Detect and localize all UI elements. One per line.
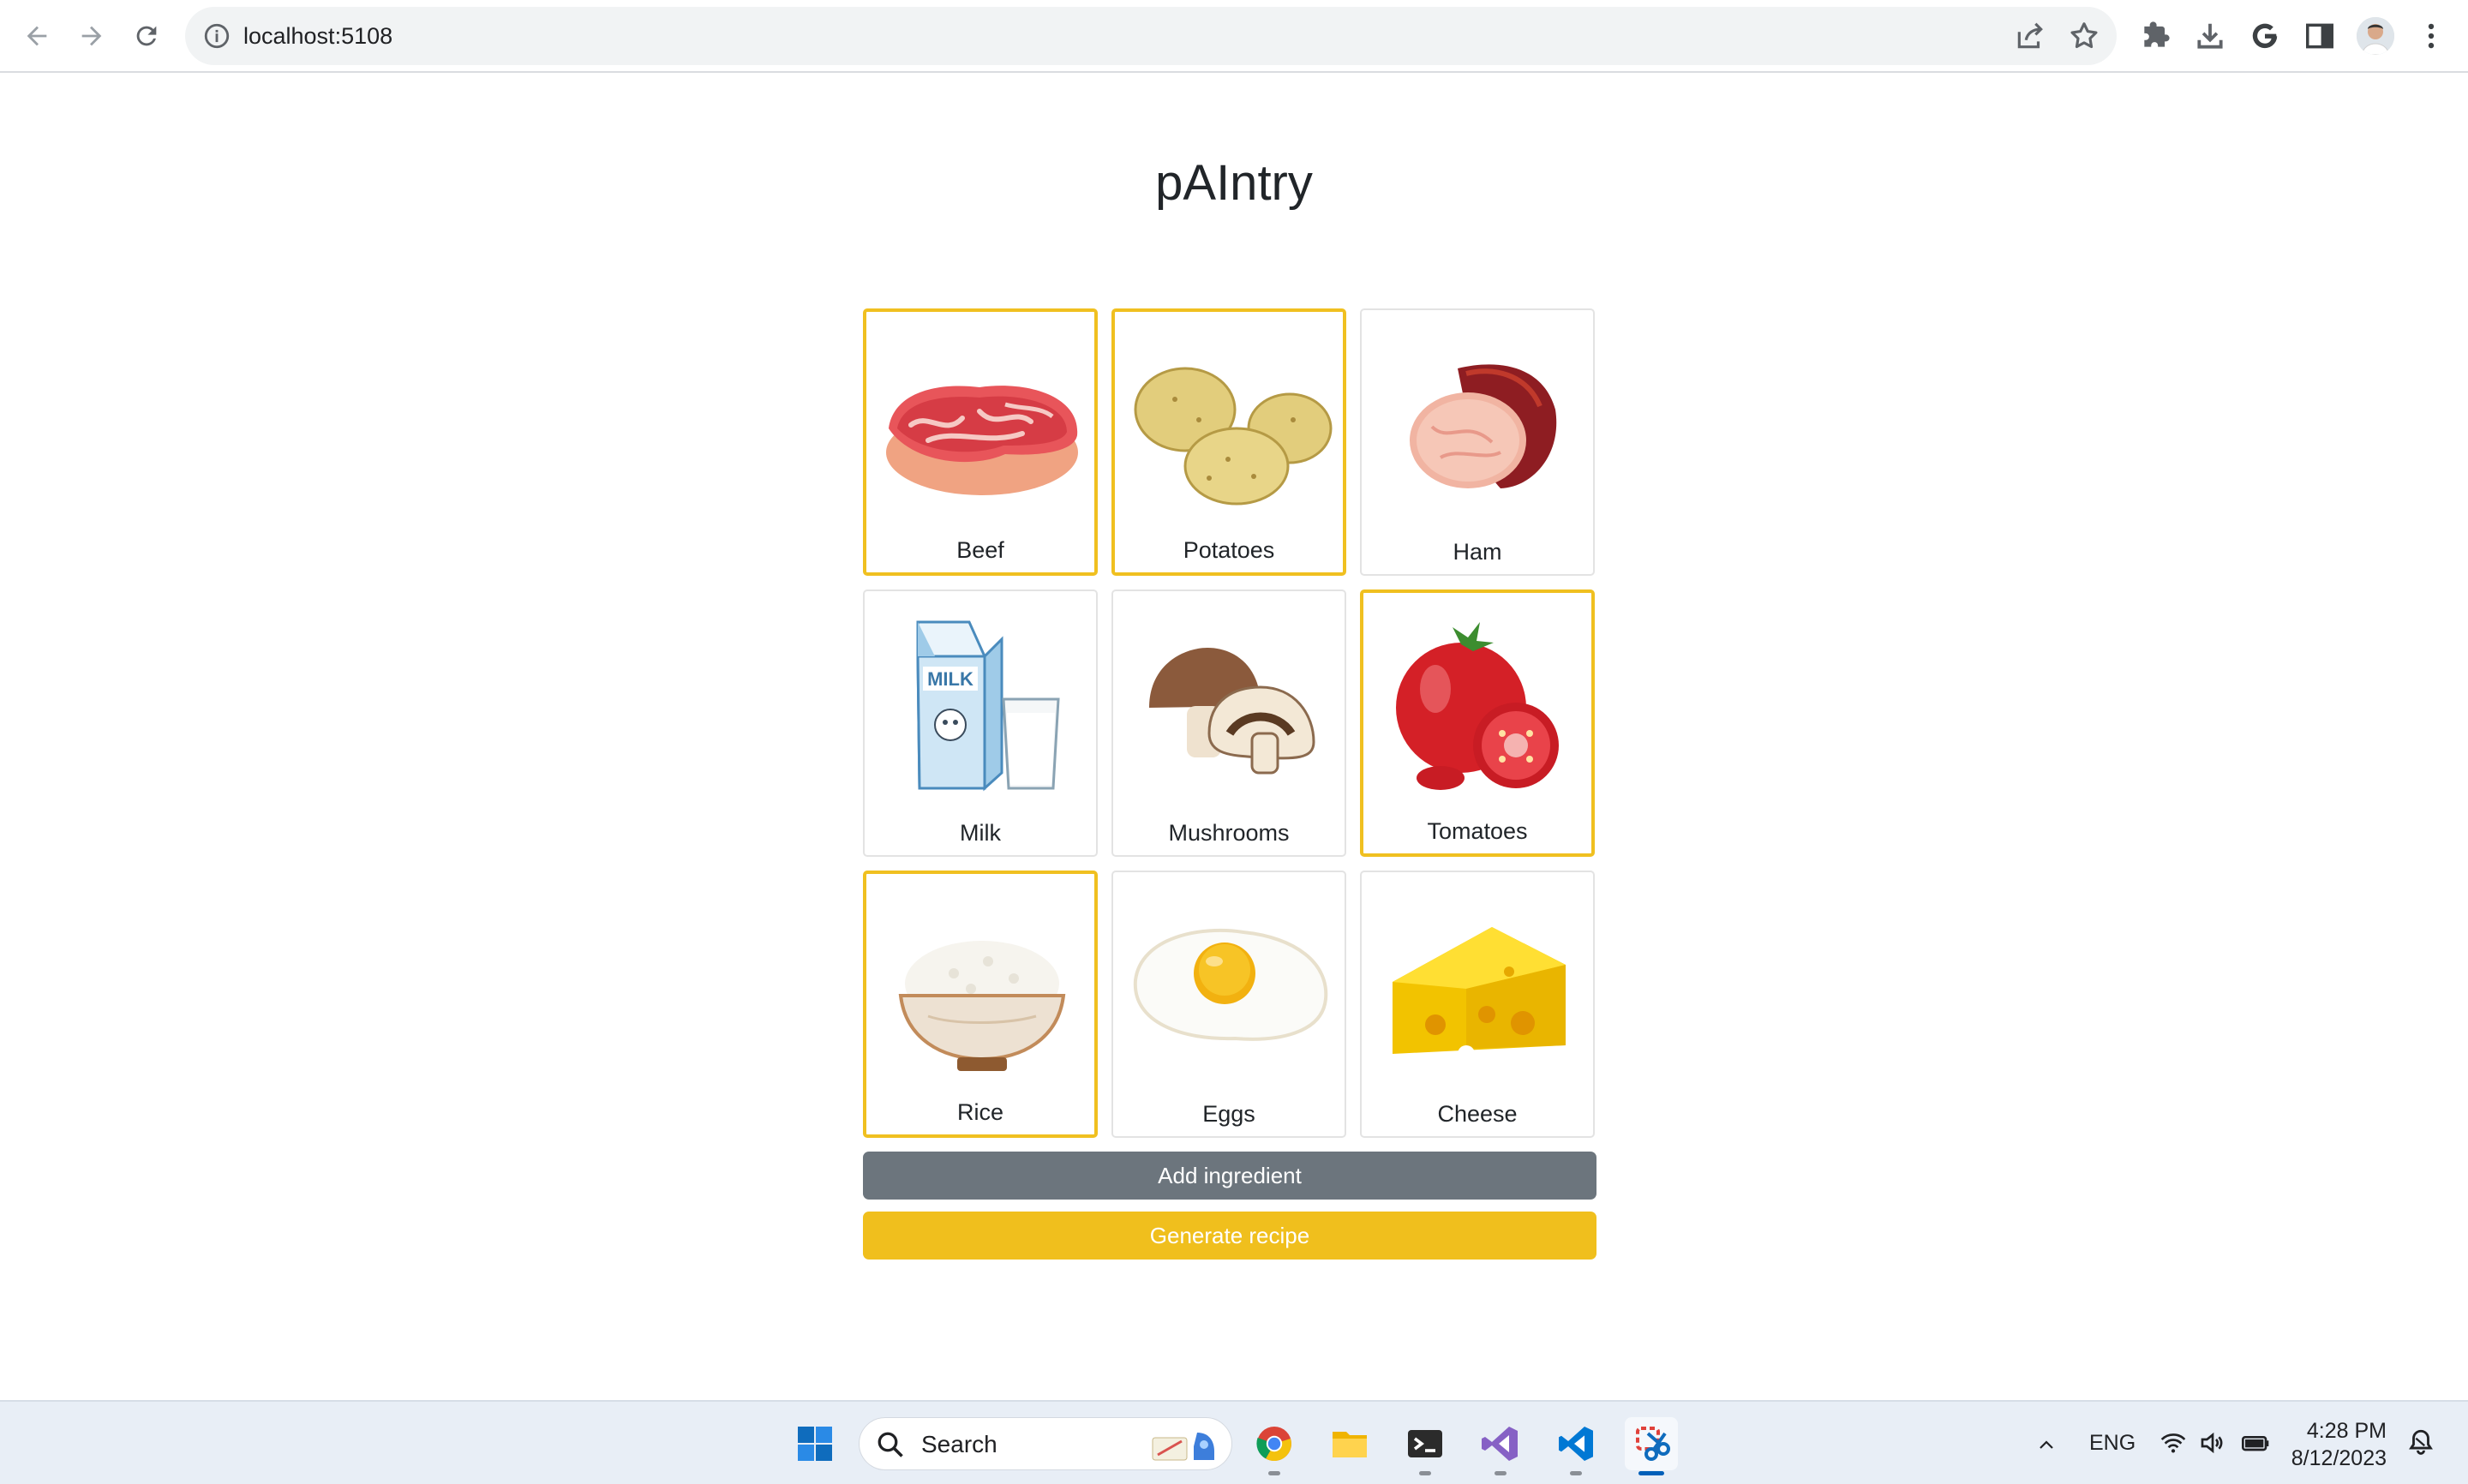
wifi-icon[interactable] [2160,1429,2187,1457]
ingredient-card-potatoes[interactable]: Potatoes [1111,308,1346,576]
ingredient-card-tomatoes[interactable]: Tomatoes [1360,589,1595,857]
visual-studio-icon [1482,1427,1518,1461]
extensions-button[interactable] [2137,18,2173,54]
puzzle-icon [2144,21,2170,47]
add-ingredient-button[interactable]: Add ingredient [863,1152,1596,1200]
side-panel-button[interactable] [2302,18,2338,54]
windows-taskbar: Search ENG 4:28 PM 8/12/2023 [0,1400,2468,1484]
running-indicator [1268,1471,1280,1475]
svg-text:MILK: MILK [927,668,973,690]
ingredient-name: Ham [1453,539,1502,565]
google-extension-button[interactable] [2247,18,2283,54]
running-indicator [1495,1471,1507,1475]
ingredient-name: Cheese [1437,1101,1518,1127]
search-highlight-icon [1152,1433,1214,1461]
side-panel-icon [2306,23,2333,49]
reload-icon [136,26,157,46]
ingredient-name: Rice [956,1099,1003,1125]
taskbar-vscode[interactable] [1549,1417,1602,1475]
chrome-icon [1256,1427,1291,1462]
ham-icon [1410,364,1557,488]
vscode-icon [1559,1427,1593,1461]
ingredient-name: Eggs [1202,1101,1255,1127]
bookmark-star-icon[interactable] [2068,20,2100,52]
language-indicator[interactable]: ENG [2089,1431,2136,1456]
system-clock[interactable]: 4:28 PM 8/12/2023 [2275,1417,2387,1472]
ingredient-name: Beef [956,537,1004,563]
terminal-icon [1408,1430,1442,1457]
ingredient-card-cheese[interactable]: Cheese [1360,871,1595,1138]
page-title: pAIntry [1155,155,1313,211]
ingredient-name: Potatoes [1183,537,1275,563]
volume-icon[interactable] [2199,1429,2226,1457]
tomatoes-icon [1396,622,1559,790]
google-g-icon [2252,23,2278,49]
clock-time: 4:28 PM [2306,1419,2387,1443]
folder-icon [1333,1432,1367,1457]
windows-logo-icon [798,1427,832,1461]
rice-bowl-icon [898,941,1066,1071]
generate-recipe-button[interactable]: Generate recipe [863,1212,1596,1260]
mushrooms-icon [1149,648,1315,775]
site-info-icon[interactable] [202,21,231,51]
reload-button[interactable] [125,15,168,57]
share-icon[interactable] [2014,20,2046,52]
url-text: localhost:5108 [243,23,393,49]
ingredient-card-mushrooms[interactable]: Mushrooms [1111,589,1346,857]
show-hidden-icons-chevron-up-icon[interactable] [2034,1434,2058,1455]
running-indicator [1570,1471,1582,1475]
taskbar-visual-studio[interactable] [1474,1417,1527,1475]
search-placeholder: Search [921,1431,997,1457]
fried-egg-icon [1133,928,1328,1041]
downloads-button[interactable] [2192,18,2228,54]
taskbar-terminal[interactable] [1399,1417,1452,1475]
address-bar[interactable]: localhost:5108 [185,7,2117,65]
download-icon [2197,23,2223,49]
browser-menu-button[interactable] [2413,18,2449,54]
taskbar-chrome[interactable] [1248,1417,1301,1475]
clock-date: 8/12/2023 [2291,1446,2387,1470]
ingredient-name: Mushrooms [1168,820,1290,846]
cheese-wedge-icon [1393,927,1566,1062]
milk-carton-glass-icon: MILK [916,620,1060,792]
battery-icon[interactable] [2240,1429,2271,1457]
start-button[interactable] [788,1417,842,1470]
browser-toolbar: localhost:5108 [0,0,2468,73]
taskbar-search-box[interactable]: Search [859,1417,1232,1470]
running-indicator [1638,1471,1664,1475]
profile-photo-icon [2357,17,2394,55]
ingredient-name: Milk [960,820,1001,846]
ingredient-card-ham[interactable]: Ham [1360,308,1595,576]
notifications-bell-icon[interactable] [2406,1427,2435,1457]
beef-steak-icon [886,386,1078,495]
ingredient-card-rice[interactable]: Rice [863,871,1098,1138]
ingredient-name: Tomatoes [1427,818,1528,844]
ingredient-card-beef[interactable]: Beef [863,308,1098,576]
back-arrow-icon [27,26,47,46]
taskbar-file-explorer[interactable] [1323,1417,1376,1470]
ingredient-grid: Beef Potatoes Ham MILK Milk Mushrooms To… [863,308,1596,1138]
taskbar-snipping-tool[interactable] [1625,1417,1678,1475]
snipping-tool-icon [1636,1427,1670,1461]
search-icon [878,1432,903,1457]
more-vertical-icon [2428,23,2435,49]
profile-avatar[interactable] [2357,17,2394,55]
forward-button[interactable] [70,15,113,57]
ingredient-card-eggs[interactable]: Eggs [1111,871,1346,1138]
back-button[interactable] [15,15,58,57]
ingredient-card-milk[interactable]: MILK Milk [863,589,1098,857]
running-indicator [1419,1471,1431,1475]
potatoes-icon [1134,367,1333,506]
forward-arrow-icon [81,26,102,46]
